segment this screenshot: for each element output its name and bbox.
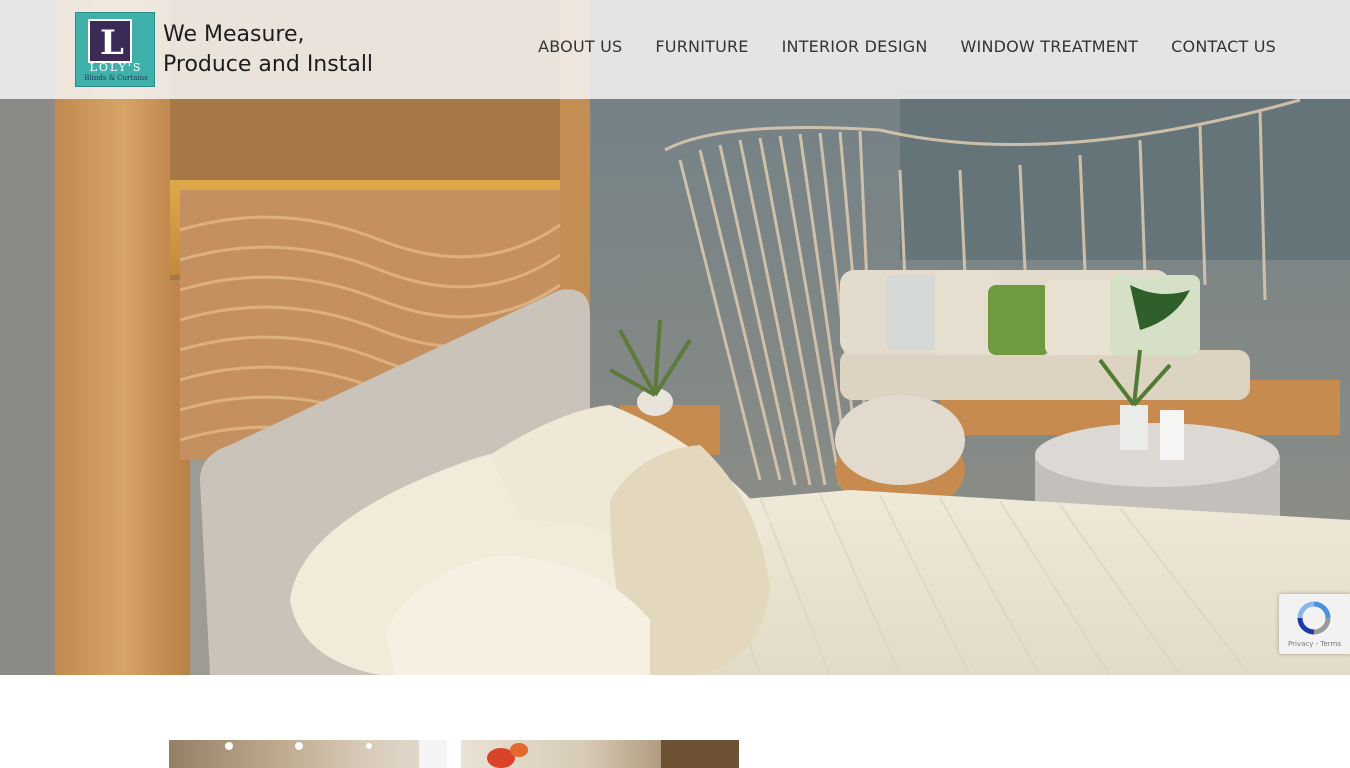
- site-header: L LOLY'S Blinds & Curtains We Measure, P…: [0, 0, 1350, 99]
- gallery-thumbnail-2[interactable]: [461, 740, 739, 768]
- gallery-thumbnail-1[interactable]: [169, 740, 447, 768]
- tagline-line-1: We Measure,: [163, 22, 305, 47]
- nav-furniture[interactable]: FURNITURE: [655, 37, 748, 56]
- thumbnail-image-2: [487, 740, 739, 768]
- recaptcha-icon: [1297, 601, 1331, 635]
- hero-image: [0, 0, 1350, 675]
- nav-window-treatment[interactable]: WINDOW TREATMENT: [961, 37, 1139, 56]
- thumbnail-image-1: [169, 740, 447, 768]
- nav-contact-us[interactable]: CONTACT US: [1171, 37, 1276, 56]
- main-navigation: ABOUT US FURNITURE INTERIOR DESIGN WINDO…: [538, 37, 1276, 56]
- nav-about-us[interactable]: ABOUT US: [538, 37, 622, 56]
- recaptcha-badge[interactable]: Privacy - Terms: [1279, 594, 1350, 654]
- hero-banner: [0, 0, 1350, 675]
- logo-letter: L: [100, 23, 124, 63]
- tagline-line-2: Produce and Install: [163, 52, 374, 77]
- brand-logo[interactable]: L LOLY'S Blinds & Curtains: [75, 12, 155, 87]
- brand-tagline: We Measure, Produce and Install: [163, 20, 373, 80]
- nav-interior-design[interactable]: INTERIOR DESIGN: [782, 37, 928, 56]
- logo-subtitle: Blinds & Curtains: [84, 74, 148, 82]
- logo-name: LOLY'S: [89, 61, 143, 74]
- logo-mark: L: [88, 19, 132, 63]
- recaptcha-links[interactable]: Privacy - Terms: [1279, 640, 1350, 648]
